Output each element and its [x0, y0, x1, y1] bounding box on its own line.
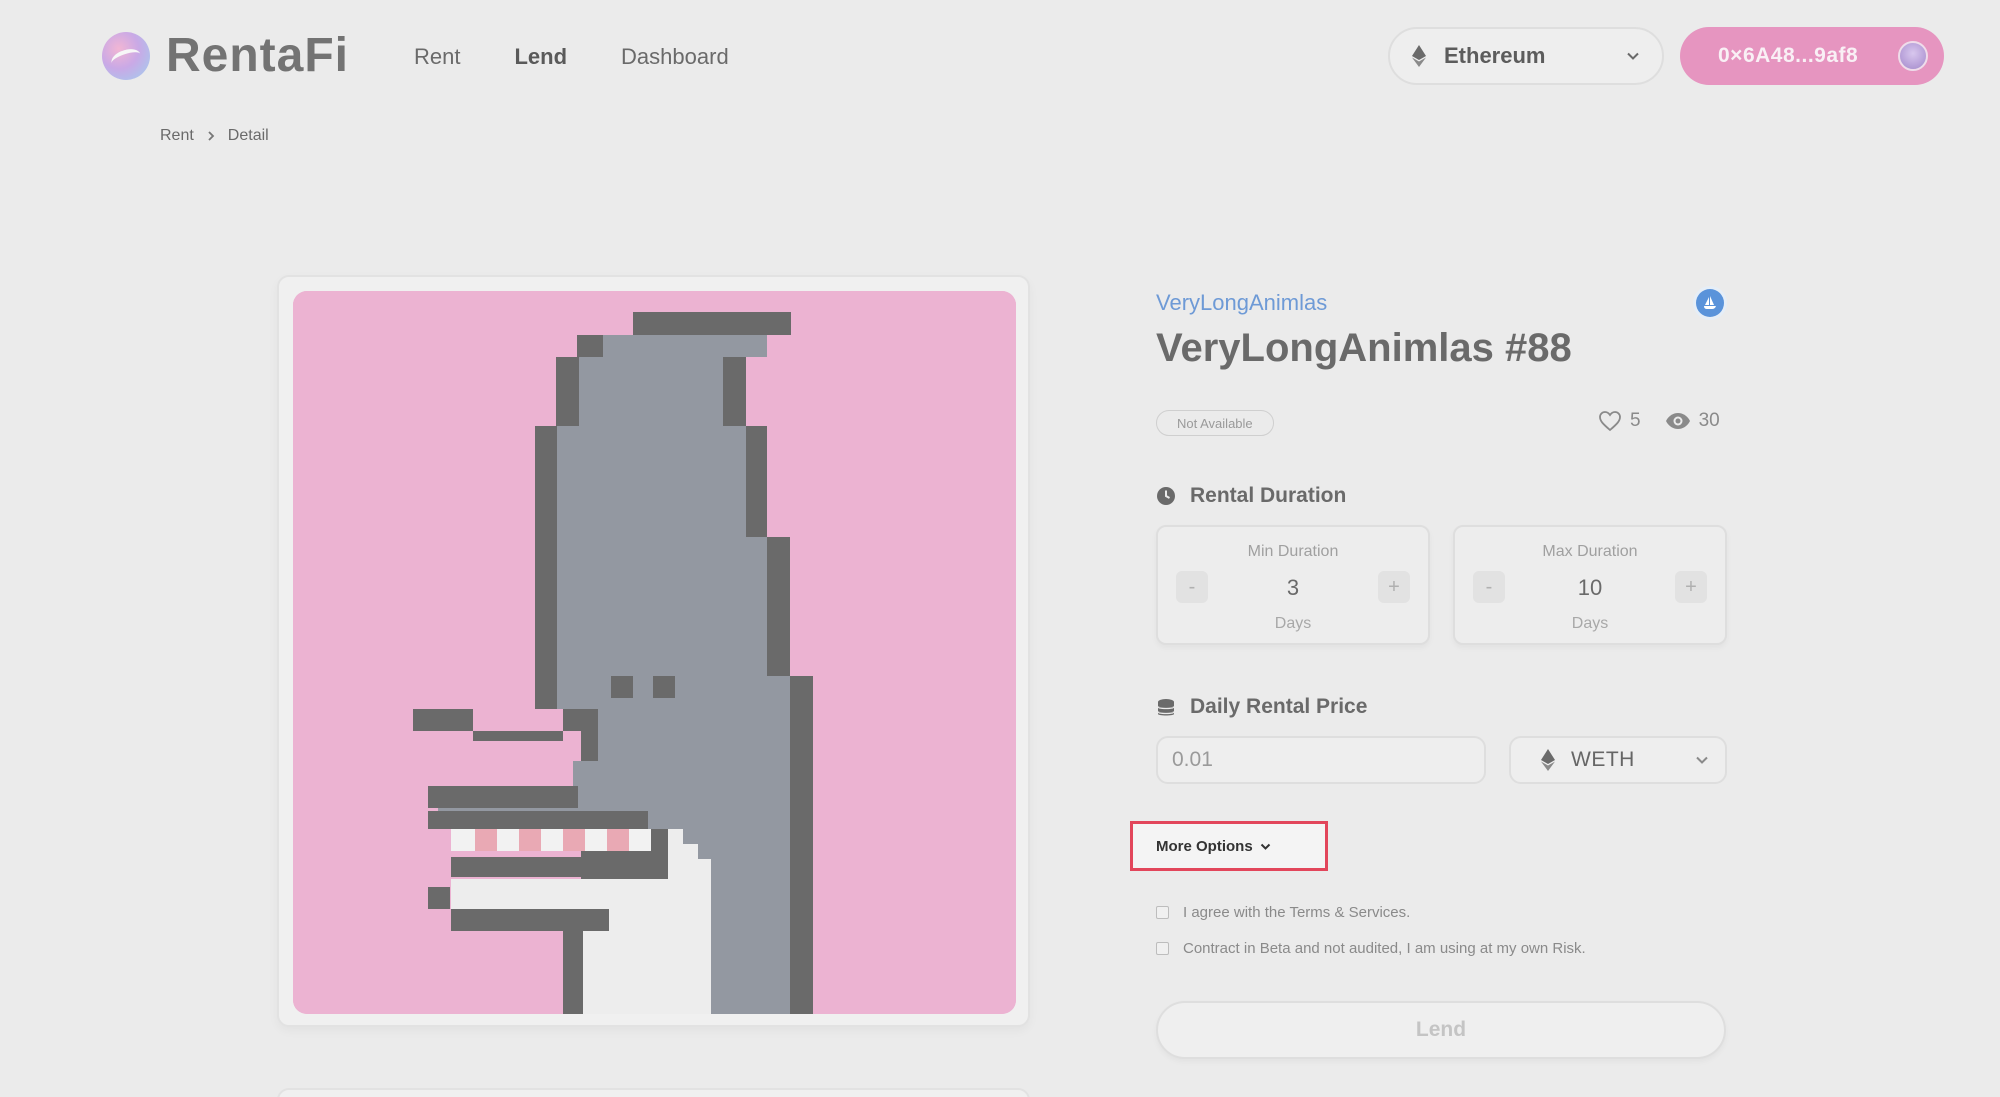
collection-link[interactable]: VeryLongAnimlas [1156, 290, 1327, 316]
breadcrumb-rent[interactable]: Rent [160, 127, 194, 145]
lend-button[interactable]: Lend [1156, 1001, 1726, 1059]
eye-icon [1665, 413, 1690, 429]
daily-price-input[interactable] [1156, 736, 1486, 784]
status-badge: Not Available [1156, 410, 1274, 436]
rentafi-logo-icon [102, 31, 150, 80]
wallet-button[interactable]: 0×6A48...9af8 [1680, 27, 1944, 85]
nft-pixel-art [293, 291, 1016, 1014]
network-select[interactable]: Ethereum [1388, 27, 1664, 85]
nav-rent[interactable]: Rent [414, 44, 460, 70]
terms-label: I agree with the Terms & Services. [1183, 904, 1411, 921]
nav-lend[interactable]: Lend [514, 44, 567, 70]
page: RentaFi Rent Lend Dashboard Ethereum 0×6… [0, 0, 2000, 1097]
wallet-address: 0×6A48...9af8 [1718, 44, 1859, 67]
nft-stats: 5 30 [1598, 410, 1720, 432]
ethereum-icon [1412, 45, 1426, 67]
currency-select[interactable]: WETH [1509, 736, 1727, 784]
more-options-label: More Options [1156, 837, 1253, 855]
max-duration-increment-button[interactable]: + [1675, 571, 1707, 603]
min-duration-unit: Days [1274, 615, 1312, 632]
main-nav: Rent Lend Dashboard [414, 44, 729, 70]
chevron-right-icon [208, 131, 215, 141]
nft-image [293, 291, 1016, 1014]
wallet-avatar [1898, 41, 1928, 71]
likes-count: 5 [1630, 410, 1641, 431]
rental-duration-title: Rental Duration [1190, 484, 1347, 507]
clock-icon [1157, 487, 1175, 505]
network-label: Ethereum [1444, 43, 1546, 68]
chevron-down-icon [1627, 52, 1639, 60]
max-duration-stepper: Max Duration - 10 + Days [1453, 525, 1727, 645]
risk-label: Contract in Beta and not audited, I am u… [1183, 940, 1586, 957]
nft-title: VeryLongAnimlas #88 [1156, 326, 1572, 370]
coins-icon [1157, 699, 1175, 716]
logo-text: RentaFi [166, 29, 350, 82]
views-stat: 30 [1665, 410, 1720, 432]
views-count: 30 [1698, 410, 1720, 431]
max-duration-unit: Days [1571, 615, 1609, 632]
min-duration-stepper: Min Duration - 3 + Days [1156, 525, 1430, 645]
currency-label: WETH [1571, 748, 1635, 771]
breadcrumb-detail: Detail [227, 127, 269, 144]
min-duration-increment-button[interactable]: + [1378, 571, 1410, 603]
rental-duration-heading: Rental Duration [1156, 484, 1346, 508]
nft-details-card [277, 1088, 1030, 1097]
heart-icon [1599, 411, 1621, 432]
opensea-icon[interactable] [1696, 289, 1724, 317]
likes-stat[interactable]: 5 [1598, 410, 1641, 432]
daily-price-title: Daily Rental Price [1190, 695, 1368, 718]
max-duration-label: Max Duration [1542, 543, 1638, 560]
terms-agreement-row: I agree with the Terms & Services. [1156, 904, 1410, 921]
daily-price-heading: Daily Rental Price [1156, 695, 1367, 719]
rentafi-logo[interactable]: RentaFi [102, 28, 349, 83]
more-options-button[interactable]: More Options [1130, 821, 1328, 871]
chevron-down-icon [1260, 843, 1270, 850]
risk-agreement-row: Contract in Beta and not audited, I am u… [1156, 940, 1586, 957]
ethereum-icon [1541, 749, 1555, 771]
terms-checkbox[interactable] [1156, 906, 1169, 919]
risk-checkbox[interactable] [1156, 942, 1169, 955]
breadcrumb: Rent Detail [160, 127, 269, 145]
nav-dashboard[interactable]: Dashboard [621, 44, 729, 70]
nft-image-card [277, 275, 1030, 1027]
chevron-down-icon [1696, 756, 1708, 764]
min-duration-label: Min Duration [1247, 543, 1339, 560]
